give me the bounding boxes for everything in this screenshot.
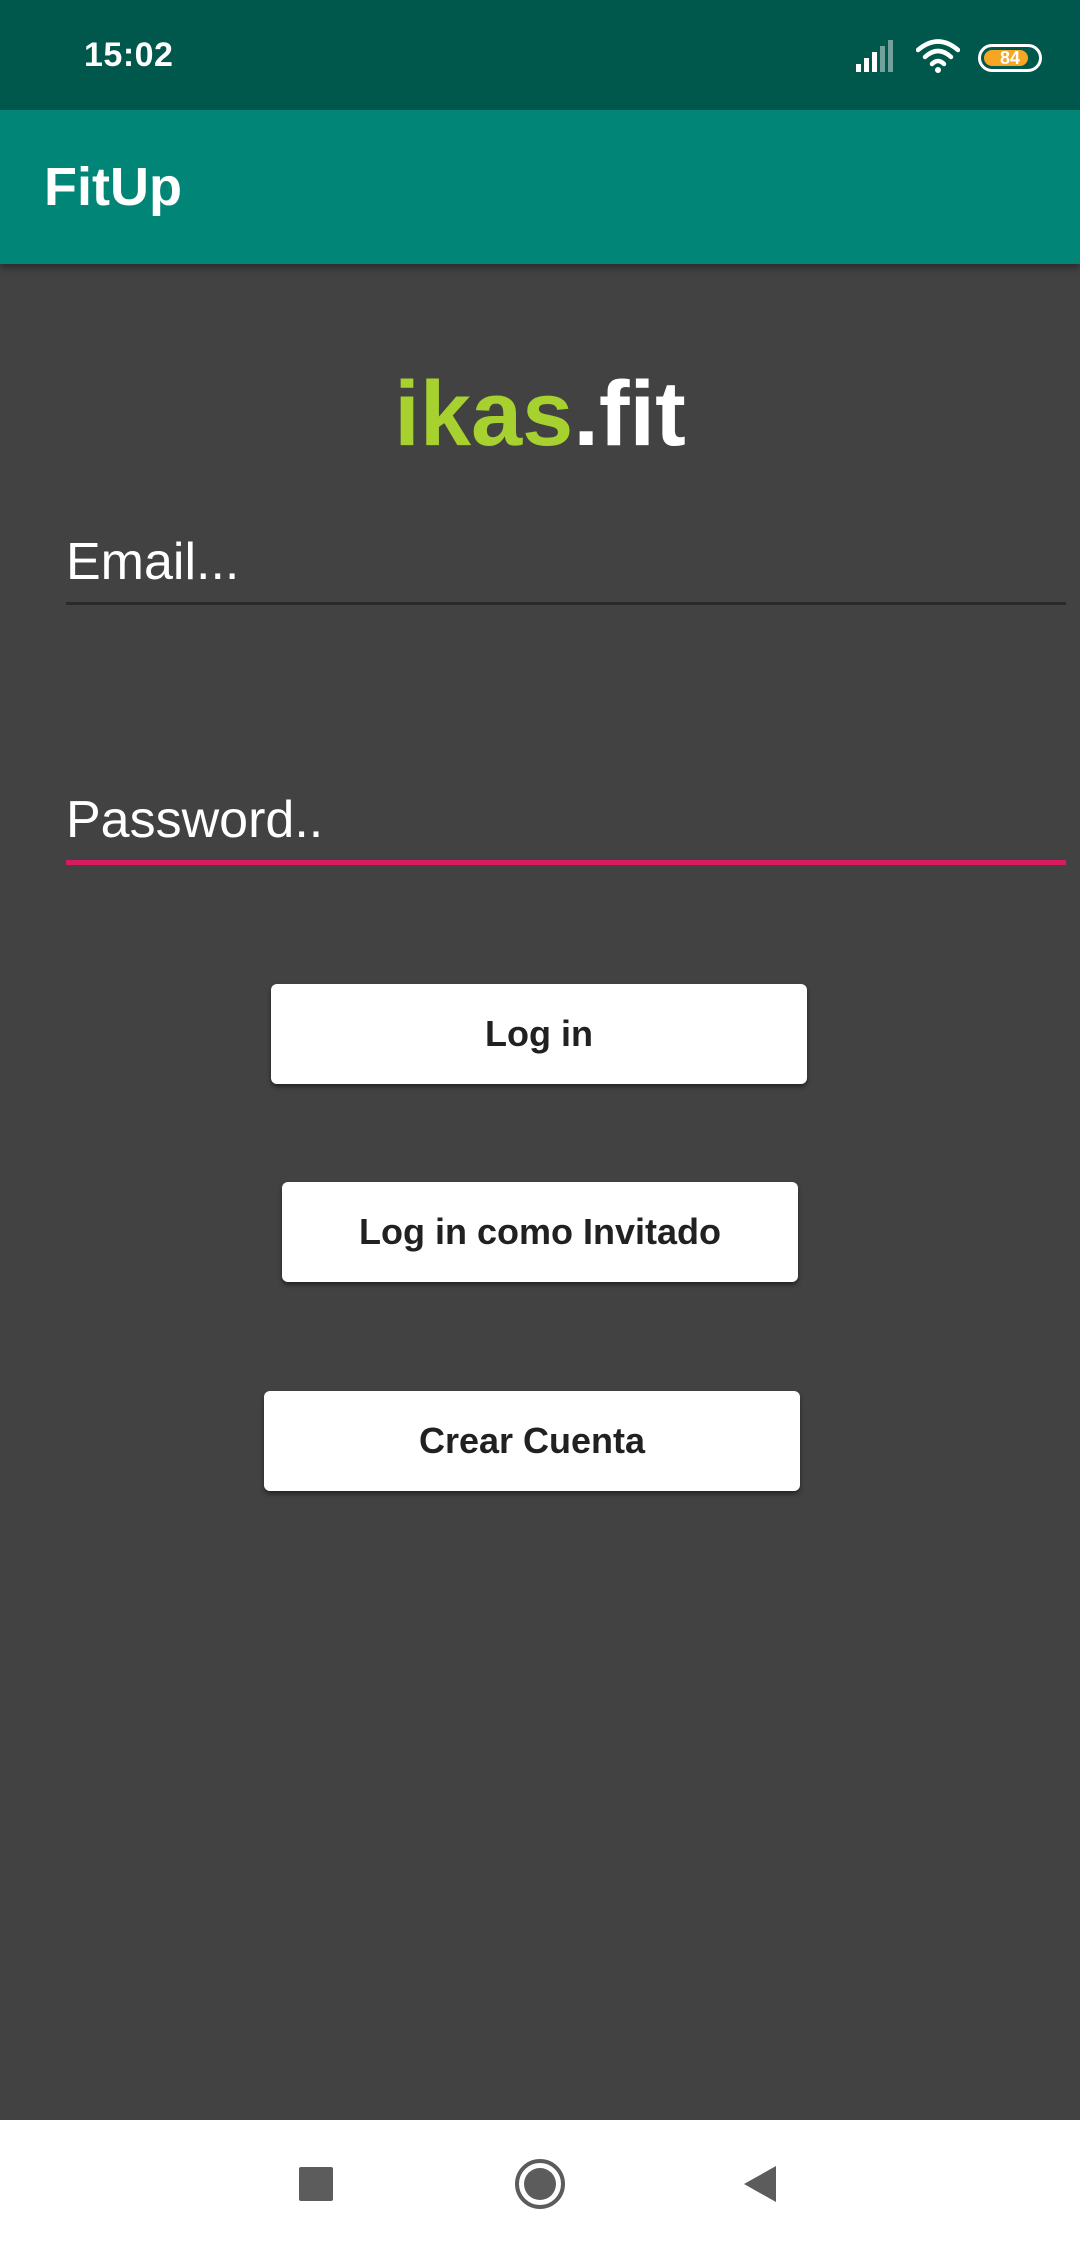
create-account-button[interactable]: Crear Cuenta — [264, 1391, 800, 1491]
status-icons: 84 — [836, 38, 1042, 78]
battery-level: 84 — [999, 48, 1021, 68]
signal-icon — [854, 39, 898, 77]
app-bar: FitUp — [0, 110, 1080, 264]
app-title: FitUp — [44, 157, 182, 217]
logo-part-fit: .fit — [573, 363, 686, 465]
password-field-container — [66, 780, 1066, 865]
home-circle-icon[interactable] — [508, 2152, 572, 2216]
email-field[interactable] — [66, 522, 1066, 602]
back-triangle-icon[interactable] — [728, 2152, 792, 2216]
wifi-icon — [915, 38, 961, 78]
login-button[interactable]: Log in — [271, 984, 807, 1084]
email-field-container — [66, 522, 1066, 605]
recents-square-icon[interactable] — [284, 2152, 348, 2216]
battery-icon: 84 — [978, 44, 1042, 72]
logo: ikas.fit — [0, 368, 1080, 460]
status-bar: 15:02 84 — [0, 0, 1080, 110]
status-time: 15:02 — [84, 36, 174, 74]
navigation-bar — [0, 2120, 1080, 2248]
password-field[interactable] — [66, 780, 1066, 860]
logo-part-ikas: ikas — [394, 363, 574, 465]
guest-login-button[interactable]: Log in como Invitado — [282, 1182, 798, 1282]
